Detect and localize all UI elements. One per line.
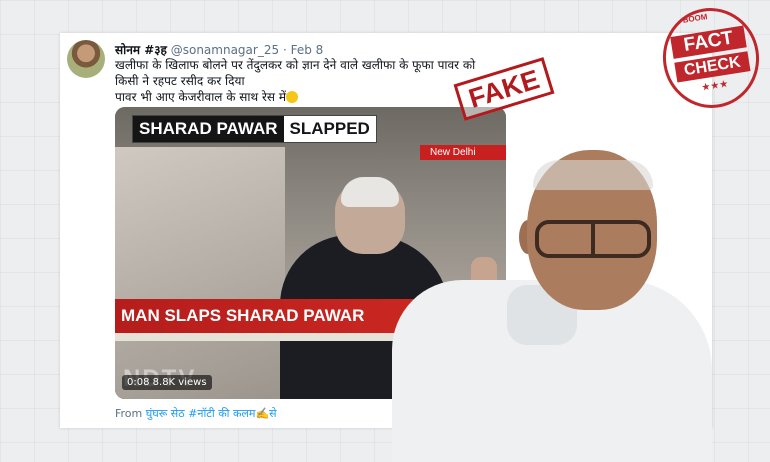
- glasses-icon: [535, 220, 651, 258]
- face-emoji-icon: [286, 91, 299, 103]
- tweet-text-line3: पावर भी आए केजरीवाल के साथ रेस में: [115, 90, 287, 104]
- headline-status: SLAPPED: [289, 119, 370, 138]
- tweet-text-line1: खलीफा के खिलाफ बोलने पर तेंदुलकर को ज्ञा…: [115, 58, 476, 72]
- from-source-link[interactable]: घुंघरू सेठ #नॉटी की कलम✍️से: [146, 407, 277, 420]
- tweet-header: सोनम #३ह @sonamnagar_25 · Feb 8: [115, 41, 323, 58]
- from-line: From घुंघरू सेठ #नॉटी की कलम✍️से: [115, 406, 277, 421]
- headline-name: SHARAD PAWAR: [133, 116, 284, 142]
- from-prefix: From: [115, 407, 143, 420]
- video-time: 0:08: [127, 377, 150, 388]
- video-stats: 0:08 8.8K views: [122, 375, 212, 390]
- display-name[interactable]: सोनम #३ह: [115, 43, 167, 57]
- fact-check-stamp: BOOM FACT CHECK ★★★: [655, 1, 767, 115]
- video-views: 8.8K views: [152, 377, 207, 388]
- handle[interactable]: @sonamnagar_25: [171, 43, 279, 57]
- tweet-date[interactable]: Feb 8: [291, 43, 324, 57]
- separator: ·: [282, 43, 287, 57]
- sharad-pawar-photo: [387, 150, 770, 462]
- news-headline: SHARAD PAWAR SLAPPED: [132, 115, 377, 143]
- avatar[interactable]: [67, 40, 105, 78]
